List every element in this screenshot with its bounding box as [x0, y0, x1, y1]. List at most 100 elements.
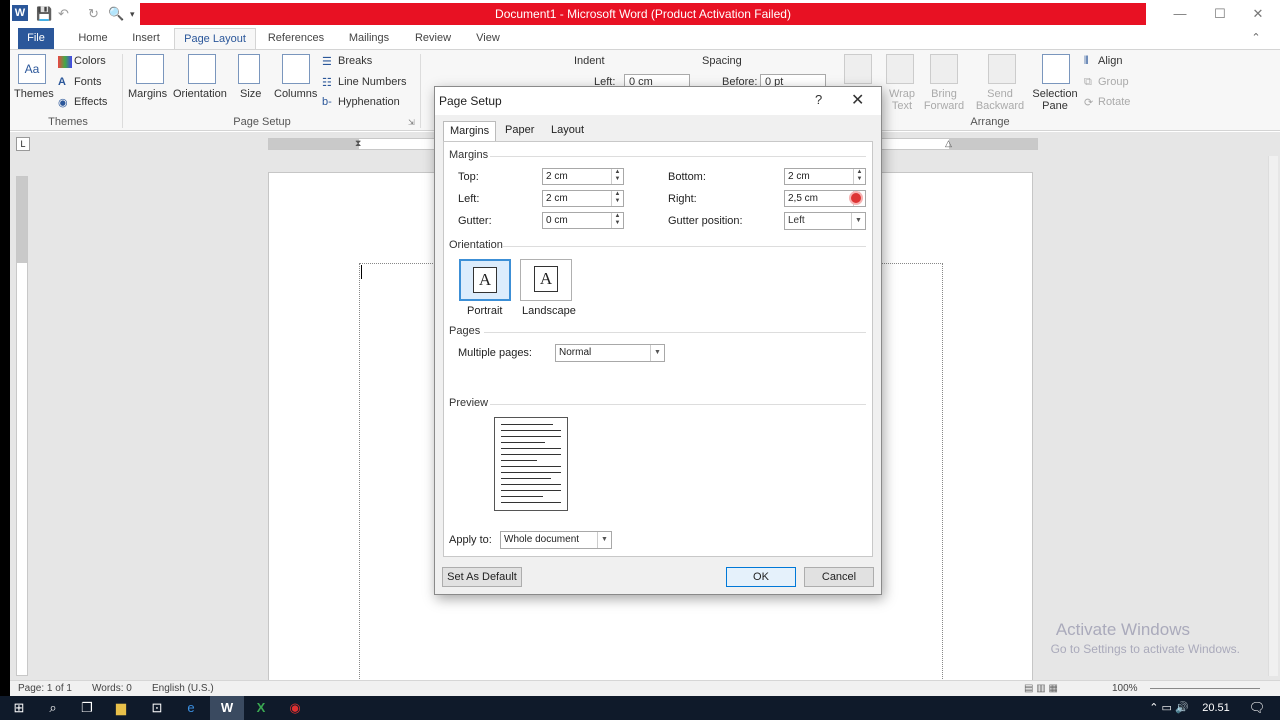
excel-taskbar-icon[interactable]: X — [244, 696, 278, 720]
tab-home[interactable]: Home — [72, 28, 114, 50]
top-margin-spinner[interactable]: 2 cm ▲ ▼ — [542, 168, 624, 185]
recorder-icon[interactable]: ◉ — [278, 696, 312, 720]
help-button[interactable]: ? — [815, 92, 822, 107]
collapse-ribbon-icon[interactable]: ⌃ — [1250, 28, 1262, 50]
size-button[interactable]: Size — [240, 88, 261, 100]
preview-line — [501, 484, 561, 485]
undo-icon[interactable]: ↶ — [58, 6, 69, 22]
save-icon[interactable]: 💾 — [36, 6, 52, 22]
tab-selector-icon[interactable]: L — [16, 137, 30, 151]
print-preview-icon[interactable]: 🔍 — [108, 6, 124, 22]
gutter-position-select[interactable]: Left ▼ — [784, 212, 866, 230]
cancel-button[interactable]: Cancel — [804, 567, 874, 587]
section-divider — [484, 332, 866, 333]
customize-qat-icon[interactable]: ▾ — [130, 6, 135, 22]
indent-marker-icon[interactable]: ⧗ — [355, 139, 361, 148]
breaks-button[interactable]: Breaks — [338, 55, 372, 67]
tab-paper[interactable]: Paper — [499, 121, 540, 141]
landscape-option[interactable]: A — [520, 259, 572, 301]
minimize-icon[interactable]: — — [1160, 4, 1200, 24]
line-numbers-button[interactable]: Line Numbers — [338, 76, 406, 88]
windows-start-icon[interactable]: ⊞ — [2, 696, 36, 720]
view-buttons-icon[interactable]: ▤ ▥ ▦ — [1024, 683, 1058, 694]
send-backward-button[interactable]: Send Backward — [970, 88, 1030, 112]
preview-line — [501, 502, 561, 503]
word-taskbar-icon[interactable]: W — [210, 696, 244, 720]
preview-line — [501, 442, 545, 443]
left-margin-spinner[interactable]: 2 cm ▲ ▼ — [542, 190, 624, 207]
themes-icon[interactable]: Aa — [18, 54, 46, 84]
spinner-arrows-icon[interactable]: ▲▼ — [853, 169, 865, 184]
spacing-label: Spacing — [702, 55, 742, 67]
edge-icon[interactable]: e — [174, 696, 208, 720]
maximize-icon[interactable]: ☐ — [1200, 4, 1240, 24]
vertical-scrollbar[interactable] — [1268, 156, 1278, 676]
spinner-arrows-icon[interactable]: ▲▼ — [611, 213, 623, 228]
tab-mailings[interactable]: Mailings — [344, 28, 394, 50]
tab-insert[interactable]: Insert — [126, 28, 166, 50]
chevron-down-icon: ▼ — [650, 345, 664, 361]
tab-page-layout[interactable]: Page Layout — [174, 28, 256, 50]
colors-button[interactable]: Colors — [74, 55, 106, 67]
themes-button[interactable]: Themes — [14, 88, 54, 100]
clock[interactable]: 20.51 — [1196, 696, 1236, 720]
preview-line — [501, 466, 561, 467]
right-margin-value: 2,5 cm — [788, 193, 819, 204]
preview-line — [501, 424, 553, 425]
apply-to-label: Apply to: — [449, 534, 492, 546]
hyphenation-button[interactable]: Hyphenation — [338, 96, 400, 108]
right-label: Right: — [668, 193, 697, 205]
activation-watermark: Activate Windows — [1055, 620, 1190, 639]
vruler-top-margin — [17, 177, 27, 263]
status-language[interactable]: English (U.S.) — [152, 683, 214, 694]
dialog-close-button[interactable]: ✕ — [851, 90, 864, 110]
tab-view[interactable]: View — [470, 28, 506, 50]
columns-button[interactable]: Columns — [274, 88, 317, 100]
close-icon[interactable]: ✕ — [1238, 4, 1278, 24]
bottom-label: Bottom: — [668, 171, 706, 183]
gutter-spinner[interactable]: 0 cm ▲ ▼ — [542, 212, 624, 229]
ok-button[interactable]: OK — [726, 567, 796, 587]
spinner-arrows-icon[interactable]: ▲▼ — [611, 169, 623, 184]
effects-button[interactable]: Effects — [74, 96, 107, 108]
tab-review[interactable]: Review — [412, 28, 454, 50]
breaks-icon: ☰ — [322, 56, 332, 68]
group-icon: ⧉ — [1084, 76, 1092, 88]
set-as-default-button[interactable]: Set As Default — [442, 567, 522, 587]
multiple-pages-select[interactable]: Normal ▼ — [555, 344, 665, 362]
zoom-slider[interactable] — [1150, 688, 1260, 689]
tab-file[interactable]: File — [18, 28, 54, 50]
rotate-button[interactable]: Rotate — [1098, 96, 1130, 108]
bring-forward-button[interactable]: Bring Forward — [920, 88, 968, 112]
tab-margins[interactable]: Margins — [443, 121, 497, 142]
align-button[interactable]: Align — [1098, 55, 1122, 67]
apply-to-select[interactable]: Whole document ▼ — [500, 531, 612, 549]
tab-references[interactable]: References — [266, 28, 326, 50]
fonts-button[interactable]: Fonts — [74, 76, 102, 88]
portrait-option[interactable]: A — [459, 259, 511, 301]
group-button[interactable]: Group — [1098, 76, 1129, 88]
notifications-icon[interactable]: 🗨 — [1240, 696, 1274, 720]
task-view-icon[interactable]: ❐ — [70, 696, 104, 720]
zoom-level[interactable]: 100% — [1112, 683, 1138, 694]
hyphenation-icon: b- — [322, 96, 332, 108]
status-page[interactable]: Page: 1 of 1 — [18, 683, 72, 694]
word-logo-icon: W — [12, 5, 28, 21]
spinner-arrows-icon[interactable]: ▲▼ — [611, 191, 623, 206]
right-indent-marker-icon[interactable]: △ — [945, 139, 952, 148]
redo-icon[interactable]: ↻ — [88, 6, 99, 22]
wrap-text-button[interactable]: Wrap Text — [885, 88, 919, 112]
tab-layout[interactable]: Layout — [545, 121, 590, 141]
store-icon[interactable]: ⊡ — [140, 696, 174, 720]
preview-line — [501, 448, 561, 449]
search-icon[interactable]: ⌕ — [36, 696, 70, 720]
orientation-button[interactable]: Orientation — [173, 88, 227, 100]
selection-pane-button[interactable]: Selection Pane — [1030, 88, 1080, 112]
chevron-down-icon: ▼ — [597, 532, 611, 548]
bottom-margin-spinner[interactable]: 2 cm ▲ ▼ — [784, 168, 866, 185]
vertical-ruler[interactable] — [16, 176, 28, 676]
file-explorer-icon[interactable]: ▆ — [104, 696, 138, 720]
page-setup-launcher-icon[interactable]: ⇲ — [408, 118, 415, 127]
status-words[interactable]: Words: 0 — [92, 683, 132, 694]
margins-button[interactable]: Margins — [128, 88, 167, 100]
